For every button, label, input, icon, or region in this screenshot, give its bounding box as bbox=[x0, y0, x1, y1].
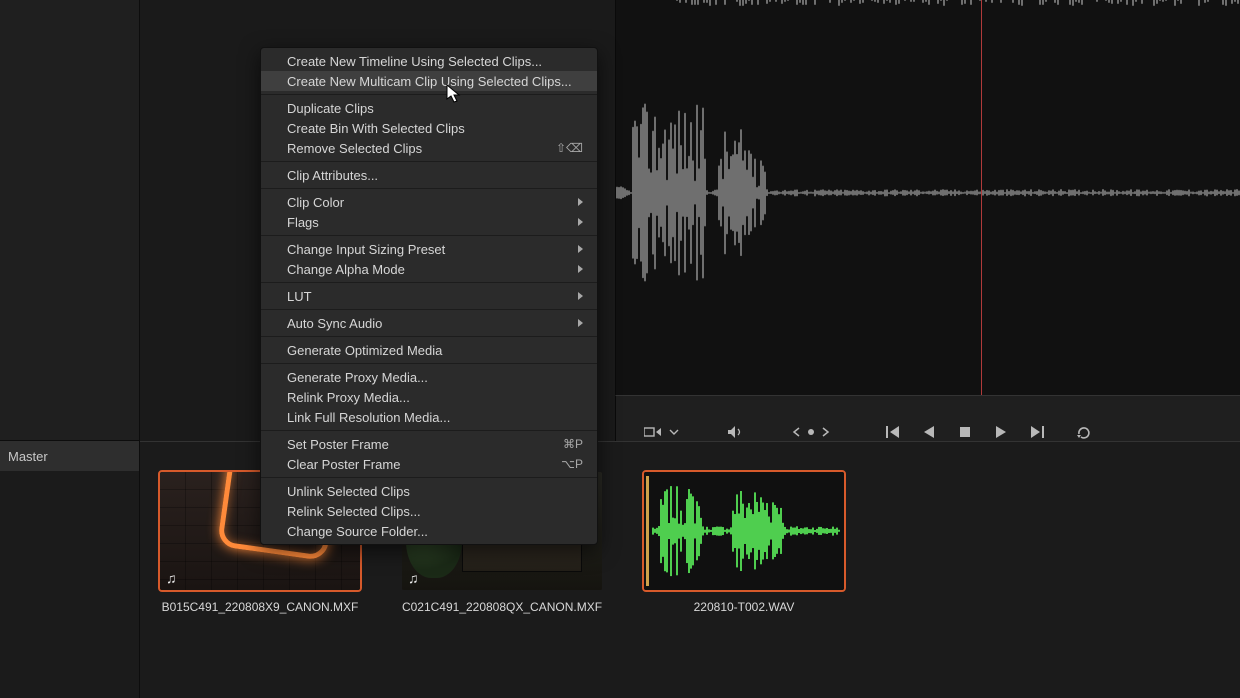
chevron-right-icon bbox=[578, 245, 583, 253]
audio-badge-icon: ♫ bbox=[166, 570, 177, 586]
chevron-right-icon bbox=[578, 319, 583, 327]
context-menu-item[interactable]: Change Input Sizing Preset bbox=[261, 239, 597, 259]
context-menu-item[interactable]: Clear Poster Frame ⌥P bbox=[261, 454, 597, 474]
context-menu-item-label: Change Alpha Mode bbox=[287, 262, 405, 277]
context-menu-item-label: Create New Multicam Clip Using Selected … bbox=[287, 74, 572, 89]
context-menu-item-label: Clip Attributes... bbox=[287, 168, 378, 183]
context-menu-item[interactable]: Create New Multicam Clip Using Selected … bbox=[261, 71, 597, 91]
context-menu-item[interactable]: Link Full Resolution Media... bbox=[261, 407, 597, 427]
context-menu-separator bbox=[261, 430, 597, 431]
context-menu-item-label: Clip Color bbox=[287, 195, 344, 210]
context-menu-item[interactable]: Unlink Selected Clips bbox=[261, 481, 597, 501]
viewer-waveform bbox=[616, 0, 1240, 395]
context-menu-item[interactable]: Relink Selected Clips... bbox=[261, 501, 597, 521]
context-menu-item-label: Duplicate Clips bbox=[287, 101, 374, 116]
bin-master[interactable]: Master bbox=[0, 441, 140, 471]
chevron-right-icon bbox=[578, 265, 583, 273]
context-menu-item-label: Change Source Folder... bbox=[287, 524, 428, 539]
context-menu-item[interactable]: Duplicate Clips bbox=[261, 98, 597, 118]
context-menu-item-label: Create New Timeline Using Selected Clips… bbox=[287, 54, 542, 69]
context-menu-item[interactable]: Remove Selected Clips ⇧⌫ bbox=[261, 138, 597, 158]
context-menu-separator bbox=[261, 363, 597, 364]
clip-label: 220810-T002.WAV bbox=[694, 600, 795, 614]
context-menu-separator bbox=[261, 309, 597, 310]
clip-item[interactable]: 220810-T002.WAV bbox=[642, 472, 846, 614]
context-menu-item-label: Change Input Sizing Preset bbox=[287, 242, 445, 257]
context-menu-item-label: Relink Selected Clips... bbox=[287, 504, 421, 519]
context-menu-item-label: Generate Proxy Media... bbox=[287, 370, 428, 385]
context-menu-item-label: LUT bbox=[287, 289, 312, 304]
context-menu-separator bbox=[261, 188, 597, 189]
context-menu-item-label: Create Bin With Selected Clips bbox=[287, 121, 465, 136]
context-menu-separator bbox=[261, 94, 597, 95]
context-menu-item[interactable]: Relink Proxy Media... bbox=[261, 387, 597, 407]
context-menu-item-label: Flags bbox=[287, 215, 319, 230]
context-menu-item-label: Auto Sync Audio bbox=[287, 316, 382, 331]
context-menu-item[interactable]: Generate Proxy Media... bbox=[261, 367, 597, 387]
chevron-right-icon bbox=[578, 292, 583, 300]
context-menu-item[interactable]: Change Source Folder... bbox=[261, 521, 597, 541]
media-pool-panel bbox=[0, 0, 140, 441]
context-menu-item-shortcut: ⌘P bbox=[563, 437, 583, 451]
bin-master-label: Master bbox=[8, 449, 48, 464]
context-menu-item[interactable]: Flags bbox=[261, 212, 597, 232]
context-menu-item-shortcut: ⌥P bbox=[561, 457, 583, 471]
context-menu-separator bbox=[261, 161, 597, 162]
context-menu-separator bbox=[261, 477, 597, 478]
context-menu-item-label: Set Poster Frame bbox=[287, 437, 389, 452]
context-menu-item[interactable]: Set Poster Frame ⌘P bbox=[261, 434, 597, 454]
context-menu-item-label: Generate Optimized Media bbox=[287, 343, 442, 358]
context-menu-item-label: Link Full Resolution Media... bbox=[287, 410, 450, 425]
context-menu-separator bbox=[261, 282, 597, 283]
source-viewer[interactable] bbox=[615, 0, 1240, 395]
context-menu-item-label: Clear Poster Frame bbox=[287, 457, 400, 472]
context-menu-item[interactable]: Change Alpha Mode bbox=[261, 259, 597, 279]
context-menu-item[interactable]: Auto Sync Audio bbox=[261, 313, 597, 333]
context-menu-item[interactable]: Create Bin With Selected Clips bbox=[261, 118, 597, 138]
clip-label: C021C491_220808QX_CANON.MXF bbox=[402, 600, 602, 614]
chevron-right-icon bbox=[578, 218, 583, 226]
bin-tree-area bbox=[0, 471, 140, 698]
clip-label: B015C491_220808X9_CANON.MXF bbox=[162, 600, 359, 614]
context-menu-item[interactable]: Generate Optimized Media bbox=[261, 340, 597, 360]
context-menu-separator bbox=[261, 235, 597, 236]
context-menu-item[interactable]: LUT bbox=[261, 286, 597, 306]
context-menu-item-label: Remove Selected Clips bbox=[287, 141, 422, 156]
context-menu-item[interactable]: Clip Color bbox=[261, 192, 597, 212]
clip-context-menu[interactable]: Create New Timeline Using Selected Clips… bbox=[260, 47, 598, 545]
context-menu-item-label: Unlink Selected Clips bbox=[287, 484, 410, 499]
context-menu-item[interactable]: Clip Attributes... bbox=[261, 165, 597, 185]
playhead[interactable] bbox=[981, 0, 982, 395]
audio-badge-icon: ♫ bbox=[408, 570, 419, 586]
context-menu-item-label: Relink Proxy Media... bbox=[287, 390, 410, 405]
context-menu-item-shortcut: ⇧⌫ bbox=[556, 141, 583, 155]
context-menu-separator bbox=[261, 336, 597, 337]
clip-thumbnail[interactable] bbox=[644, 472, 844, 590]
chevron-right-icon bbox=[578, 198, 583, 206]
context-menu-item[interactable]: Create New Timeline Using Selected Clips… bbox=[261, 51, 597, 71]
